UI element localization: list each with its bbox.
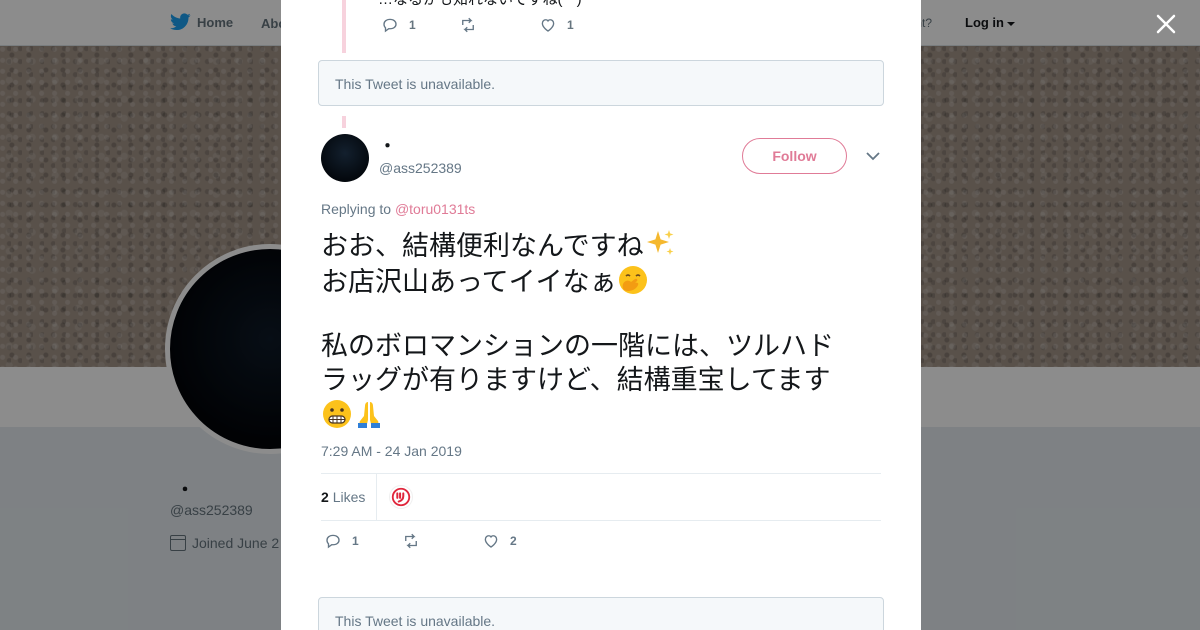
- unavailable-tweet-notice: This Tweet is unavailable.: [318, 60, 884, 106]
- reply-button[interactable]: 1: [324, 532, 402, 550]
- sparkles-icon: [646, 230, 674, 255]
- hand-over-mouth-icon: [618, 266, 647, 294]
- likes-count[interactable]: 2 Likes: [321, 489, 365, 505]
- thread-connector: [342, 116, 346, 128]
- reply-icon: [383, 18, 397, 33]
- heart-icon: [541, 19, 555, 32]
- replying-to: Replying to @toru0131ts: [321, 201, 475, 217]
- tweet-author-name[interactable]: ・: [379, 132, 396, 157]
- reply-count: 1: [352, 534, 359, 548]
- unavailable-tweet-notice: This Tweet is unavailable.: [318, 597, 884, 630]
- tweet-line-3: 私のボロマンションの一階には、ツルハド: [321, 331, 834, 362]
- tweet-line-4: ラッグが有りますけど、結構重宝してます: [321, 365, 831, 396]
- tweet-stats: 2 Likes: [321, 473, 881, 521]
- likes-number: 2: [321, 489, 329, 505]
- reply-icon: [326, 534, 340, 549]
- like-count: 2: [510, 534, 517, 548]
- like-button[interactable]: 2: [482, 532, 517, 550]
- previous-tweet-text: …なるかも知れないですね(^^): [378, 0, 582, 9]
- grimacing-face-icon: [323, 400, 351, 428]
- retweet-icon: [405, 533, 417, 549]
- retweet-icon: [462, 17, 474, 33]
- stats-divider: [376, 474, 377, 520]
- tweet-text: おお、結構便利なんですね お店沢山あってイイなぁ 私のボロマンションの一階には、…: [321, 228, 881, 434]
- heart-icon: [484, 535, 498, 548]
- chevron-down-icon[interactable]: [865, 150, 881, 162]
- likes-word: Likes: [332, 489, 366, 505]
- follow-button[interactable]: Follow: [742, 138, 847, 174]
- retweet-button[interactable]: [402, 532, 482, 550]
- tweet-line: お店沢山あってイイなぁ: [321, 264, 881, 300]
- tweet-actions: 1 2: [324, 532, 517, 550]
- tweet-emoji-line: [321, 398, 881, 434]
- previous-retweet-button[interactable]: [459, 16, 539, 34]
- previous-like-count: 1: [567, 18, 574, 32]
- tweet-line-1: おお、結構便利なんですね: [321, 231, 644, 262]
- liker-avatar[interactable]: [389, 485, 413, 509]
- replying-prefix: Replying to: [321, 201, 392, 217]
- thread-connector: [342, 0, 346, 53]
- previous-reply-count: 1: [409, 18, 416, 32]
- folded-hands-icon: [358, 402, 380, 428]
- tweet-line: おお、結構便利なんですね: [321, 228, 881, 264]
- close-icon[interactable]: [1155, 13, 1177, 35]
- tweet-permalink-modal: …なるかも知れないですね(^^) 1 1 This Tweet is unava…: [281, 0, 921, 630]
- previous-like-button[interactable]: 1: [539, 16, 574, 34]
- previous-reply-button[interactable]: 1: [381, 16, 459, 34]
- tweet-author-handle[interactable]: @ass252389: [379, 160, 462, 176]
- previous-tweet-actions: 1 1: [381, 16, 574, 34]
- tweet-timestamp[interactable]: 7:29 AM - 24 Jan 2019: [321, 443, 462, 459]
- tweet-author-avatar[interactable]: [321, 134, 369, 182]
- replying-to-link[interactable]: @toru0131ts: [395, 201, 475, 217]
- tweet-line-2: お店沢山あってイイなぁ: [321, 267, 617, 298]
